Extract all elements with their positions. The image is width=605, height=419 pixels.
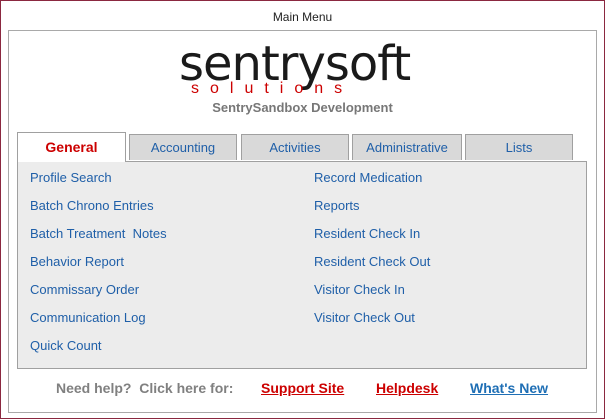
- behavior-report-link[interactable]: Behavior Report: [30, 254, 124, 269]
- tab-administrative[interactable]: Administrative: [352, 134, 462, 160]
- visitor-check-in-link[interactable]: Visitor Check In: [314, 282, 405, 297]
- tab-accounting[interactable]: Accounting: [129, 134, 237, 160]
- resident-check-in-link[interactable]: Resident Check In: [314, 226, 420, 241]
- profile-search-link[interactable]: Profile Search: [30, 170, 112, 185]
- whats-new-link[interactable]: What's New: [470, 380, 548, 396]
- communication-log-link[interactable]: Communication Log: [30, 310, 146, 325]
- quick-count-link[interactable]: Quick Count: [30, 338, 102, 353]
- sentrysoft-logo: sentrysoft solutions: [179, 38, 429, 100]
- help-footer: Need help? Click here for: Support Site …: [9, 380, 596, 400]
- environment-subtitle: SentrySandbox Development: [212, 100, 393, 115]
- tab-general[interactable]: General: [17, 132, 126, 162]
- main-menu-window: Main Menu sentrysoft solutions SentrySan…: [0, 0, 605, 419]
- visitor-check-out-link[interactable]: Visitor Check Out: [314, 310, 415, 325]
- helpdesk-link[interactable]: Helpdesk: [376, 380, 438, 396]
- help-prompt: Need help? Click here for:: [56, 380, 234, 396]
- general-tab-panel: Profile Search Batch Chrono Entries Batc…: [17, 161, 587, 369]
- main-menu-form: sentrysoft solutions SentrySandbox Devel…: [8, 30, 597, 413]
- tab-bar: General Accounting Activities Administra…: [17, 132, 587, 162]
- logo-tagline: solutions: [191, 80, 354, 97]
- reports-link[interactable]: Reports: [314, 198, 360, 213]
- commissary-order-link[interactable]: Commissary Order: [30, 282, 139, 297]
- window-title: Main Menu: [272, 10, 333, 24]
- batch-chrono-entries-link[interactable]: Batch Chrono Entries: [30, 198, 154, 213]
- batch-treatment-notes-link[interactable]: Batch Treatment Notes: [30, 226, 167, 241]
- tab-activities[interactable]: Activities: [241, 134, 349, 160]
- record-medication-link[interactable]: Record Medication: [314, 170, 422, 185]
- support-site-link[interactable]: Support Site: [261, 380, 344, 396]
- resident-check-out-link[interactable]: Resident Check Out: [314, 254, 430, 269]
- tab-lists[interactable]: Lists: [465, 134, 573, 160]
